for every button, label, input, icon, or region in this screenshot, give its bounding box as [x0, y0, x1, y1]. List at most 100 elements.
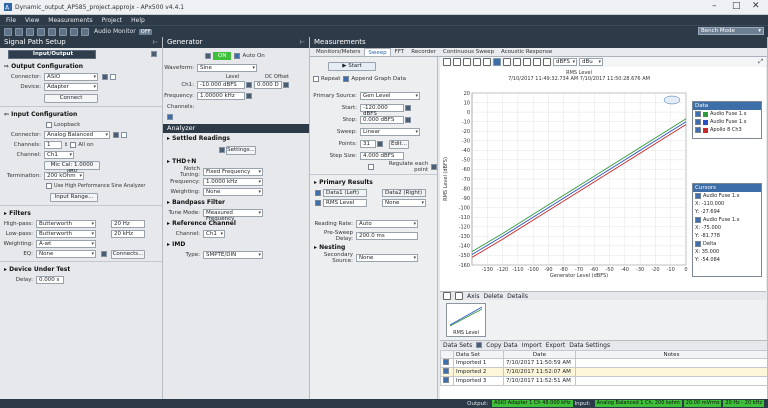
append-graph-checkbox[interactable] — [343, 76, 350, 82]
graph-tool-icon-3[interactable] — [463, 58, 471, 66]
sweep-start-input[interactable]: -120.000 dBFS — [360, 104, 404, 117]
status-range-value[interactable]: 20.00 mVrms — [683, 400, 722, 407]
legend-item[interactable]: Audio Fuse 1.x — [693, 118, 761, 126]
rms-level-thumbnail[interactable]: RMS Level — [446, 303, 486, 337]
collapse-icon[interactable] — [151, 51, 157, 57]
level-stepper-icon[interactable] — [246, 82, 252, 88]
gen-ch1-offset-input[interactable]: 0.000 D — [254, 81, 282, 89]
thumb-view-icon[interactable] — [455, 292, 463, 300]
graph-tool-icon-11[interactable] — [543, 58, 551, 66]
input-help-icon[interactable] — [121, 132, 127, 138]
redo-icon[interactable] — [48, 27, 56, 36]
legend-item[interactable]: Audio Fuse 1.x — [693, 110, 761, 118]
all-on-checkbox[interactable] — [70, 142, 77, 148]
graph-unit-select-2[interactable]: dBu — [579, 58, 603, 66]
analyzer-settings-button[interactable]: Settings... — [226, 145, 256, 155]
undo-icon[interactable] — [37, 27, 45, 36]
cursor-1-name[interactable]: Audio Fuse 1.x — [693, 192, 761, 200]
pre-sweep-delay-input[interactable]: 200.0 ms — [356, 232, 418, 240]
tune-mode-select[interactable]: Measured Frequency — [203, 209, 263, 222]
maximize-icon[interactable]: □ — [732, 1, 741, 11]
close-icon[interactable]: ✕ — [752, 1, 760, 11]
loopback-checkbox[interactable] — [46, 122, 52, 128]
graph-tool-icon-10[interactable] — [533, 58, 541, 66]
cursor-2-name[interactable]: Audio Fuse 1.x — [693, 216, 761, 224]
waveform-select[interactable]: Sine — [197, 64, 257, 72]
tab-monitors-meters[interactable]: Monitors/Meters — [313, 48, 363, 56]
output-connector-settings-icon[interactable] — [102, 74, 108, 80]
sweep-type-select[interactable]: Linear — [360, 128, 420, 136]
high-performance-checkbox[interactable] — [46, 183, 52, 189]
auto-on-checkbox[interactable] — [234, 53, 241, 59]
stepper-icon[interactable]: ⇕ — [64, 142, 68, 148]
connect-button[interactable]: Connect — [44, 93, 98, 103]
primary-source-select[interactable]: Gen Level — [360, 92, 420, 100]
channels-input[interactable]: 1 — [44, 141, 62, 149]
graph-tool-icon-1[interactable] — [443, 58, 451, 66]
import-button[interactable]: Import — [522, 342, 542, 349]
input-connector-select[interactable]: Analog Balanced — [44, 131, 110, 139]
offset-stepper-icon[interactable] — [283, 82, 289, 88]
lowpass-freq-input[interactable]: 20 kHz — [111, 230, 145, 238]
graph-area[interactable]: RMS Level 7/10/2017 11:49:32.734 AM 7/10/… — [440, 67, 766, 291]
eq-settings-icon[interactable] — [101, 251, 107, 257]
status-output-value[interactable]: ASIO Adapter 1 Ch 48.000 kHz — [492, 400, 573, 407]
eq-select[interactable]: None — [36, 250, 96, 258]
highpass-freq-input[interactable]: 20 Hz — [111, 220, 145, 228]
rms-level-result[interactable]: RMS Level — [323, 199, 367, 207]
table-row[interactable]: Imported 2 7/10/2017 11:52:07 AM — [440, 367, 767, 377]
legend-item[interactable]: Apollo 8 Ch3 — [693, 126, 761, 134]
channel-select[interactable]: Ch1 — [44, 151, 74, 159]
highpass-type-select[interactable]: Butterworth — [36, 220, 96, 228]
termination-select[interactable]: 200 kOhm — [44, 172, 84, 180]
imd-type-select[interactable]: SMPTE/DIN — [203, 251, 263, 259]
data-sets-icon[interactable] — [476, 342, 483, 348]
headphone-icon[interactable] — [81, 27, 89, 36]
minimize-icon[interactable]: – — [712, 1, 717, 11]
notch-tuning-select[interactable]: Fixed Frequency — [203, 168, 263, 176]
generator-power-icon[interactable] — [205, 53, 211, 59]
start-button[interactable]: ▶ Start — [328, 61, 376, 71]
gen-ch1-level-input[interactable]: -10.000 dBFS — [197, 81, 245, 89]
sweep-stop-input[interactable]: 0.000 dBFS — [360, 116, 404, 124]
menu-help[interactable]: Help — [131, 17, 145, 24]
input-range-button[interactable]: Input Range... — [50, 192, 98, 202]
bench-mode-select[interactable]: Bench Mode ▾ — [698, 27, 764, 35]
report-icon[interactable] — [59, 27, 67, 36]
status-input-value[interactable]: Analog Balanced 1 Ch, 200 kohm — [594, 400, 682, 407]
graph-tool-icon-7[interactable] — [503, 58, 511, 66]
generator-on-toggle[interactable]: ON — [213, 52, 232, 60]
step-size-input[interactable]: 4.000 dBFS — [360, 152, 404, 160]
signal-path-selector[interactable]: Input/Output — [8, 50, 96, 59]
tab-sweep[interactable]: Sweep — [364, 48, 391, 56]
weighting-select[interactable]: A-wt — [36, 240, 96, 248]
start-stepper-icon[interactable] — [405, 105, 411, 111]
lowpass-type-select[interactable]: Butterworth — [36, 230, 96, 238]
save-icon[interactable] — [26, 27, 34, 36]
table-row[interactable]: Imported 1 7/10/2017 11:50:59 AM — [440, 358, 767, 368]
new-project-icon[interactable] — [4, 27, 12, 36]
input-connector-settings-icon[interactable] — [113, 132, 119, 138]
graph-tool-icon-6[interactable] — [493, 58, 501, 66]
popout-icon[interactable]: ⤢ — [758, 58, 763, 66]
pin-icon[interactable]: ⊢ — [300, 37, 305, 48]
regulate-settings-icon[interactable] — [431, 164, 437, 170]
results-all-checkbox[interactable] — [315, 190, 321, 196]
output-connector-select[interactable]: ASIO — [44, 73, 98, 81]
copy-data-button[interactable]: Copy Data — [486, 342, 517, 349]
thdn-weighting-select[interactable]: None — [203, 188, 263, 196]
graph-tool-icon-4[interactable] — [473, 58, 481, 66]
delete-button[interactable]: Delete — [483, 293, 503, 300]
rms-level-right-select[interactable]: None — [382, 199, 426, 207]
output-device-select[interactable]: Adapter — [44, 83, 98, 91]
tab-acoustic-response[interactable]: Acoustic Response — [498, 48, 555, 56]
delay-input[interactable]: 0.000 s — [36, 276, 64, 284]
open-icon[interactable] — [15, 27, 23, 36]
points-edit-button[interactable]: Edit... — [389, 139, 409, 149]
tab-fft[interactable]: FFT — [392, 48, 408, 56]
repeat-checkbox[interactable] — [313, 76, 319, 82]
reading-rate-select[interactable]: Auto — [356, 220, 418, 228]
points-input[interactable]: 31 — [360, 140, 376, 148]
graph-unit-select-1[interactable]: dBFS — [553, 58, 577, 66]
data-settings-button[interactable]: Data Settings — [569, 342, 610, 349]
